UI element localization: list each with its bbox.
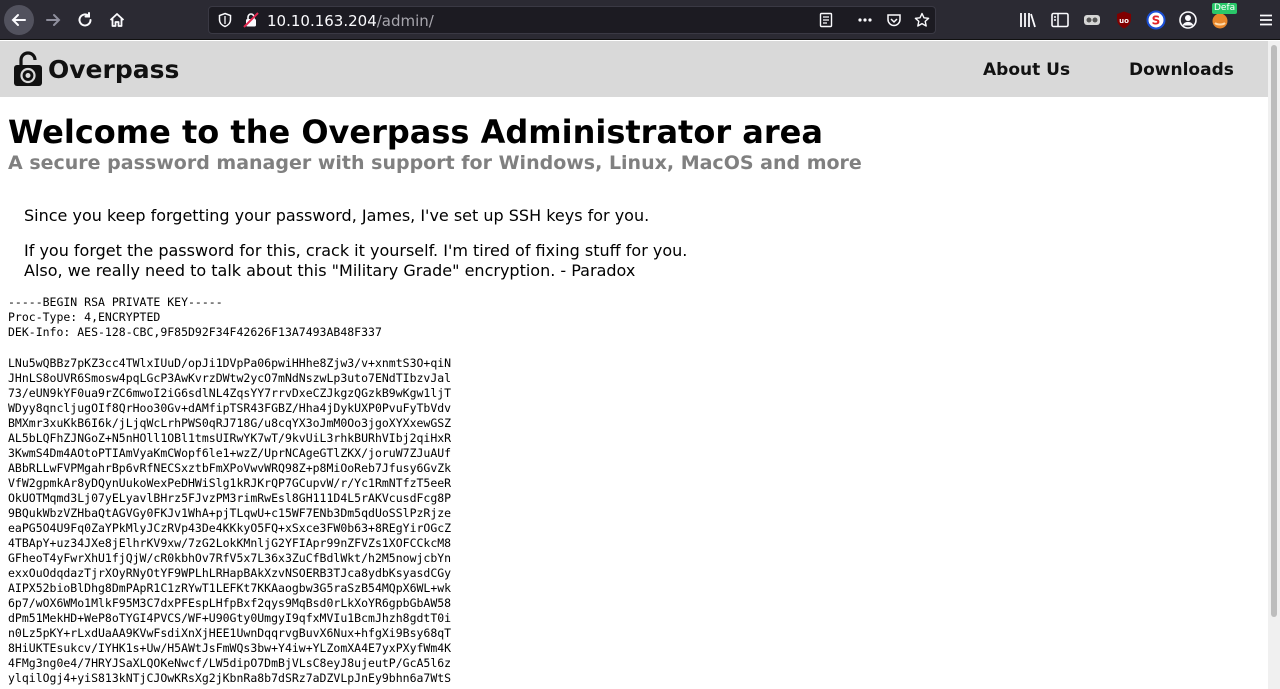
back-icon — [11, 14, 26, 26]
extension-icon[interactable] — [1082, 10, 1102, 30]
key-body-line: LNu5wQBBz7pKZ3cc4TWlxIUuD/opJi1DVpPa06pw… — [8, 356, 452, 370]
key-body: LNu5wQBBz7pKZ3cc4TWlxIUuD/opJi1DVpPa06pw… — [8, 356, 451, 686]
key-body-line: AIPX52bioBlDhg8DmPApR1C1zRYwT1LEFKt7KKAa… — [8, 581, 452, 595]
key-body-line: OkUOTMqmd3Lj07yELyavlBHrz5FJvzPM3rimRwEs… — [8, 491, 452, 505]
shield-icon[interactable] — [217, 12, 233, 28]
account-icon[interactable] — [1178, 10, 1198, 30]
extension-s-icon[interactable]: S — [1146, 10, 1166, 30]
key-body-line: 9BQukWbzVZHbaQtAGVGy0FKJv1WhA+pjTLqwU+c1… — [8, 506, 452, 520]
key-blank-line — [8, 340, 451, 356]
star-icon[interactable] — [914, 12, 930, 28]
reload-button[interactable] — [70, 5, 100, 35]
key-body-line: BMXmr3xuKkB6I6k/jLjqWcLrhPWS0qRJ718G/u8c… — [8, 416, 452, 430]
proxy-badge: Defa — [1212, 3, 1238, 14]
page-subtitle: A secure password manager with support f… — [8, 152, 862, 174]
key-body-line: 8HiUKTEsukcv/IYHK1s+Uw/H5AWtJsFmWQs3bw+Y… — [8, 641, 452, 655]
key-body-line: AL5bLQFhZJNGoZ+N5nHOll1OBl1tmsUIRwYK7wT/… — [8, 431, 452, 445]
key-body-line: 73/eUN9kYF0ua9rZC6mwoI2iG6sdlNL4ZqsYY7rr… — [8, 386, 452, 400]
key-body-line: VfW2gpmkAr8yDQynUukoWexPeDHWiSlg1kRJKrQP… — [8, 476, 452, 490]
key-body-line: 3KwmS4Dm4AOtoPTIAmVyaKmCWopf6le1+wzZ/Upr… — [8, 446, 452, 460]
nav-about-us[interactable]: About Us — [983, 60, 1070, 80]
page-title: Welcome to the Overpass Administrator ar… — [8, 113, 823, 151]
reader-icon[interactable] — [818, 12, 834, 28]
more-icon[interactable] — [857, 12, 873, 28]
admin-message-2: If you forget the password for this, cra… — [24, 241, 688, 260]
home-button[interactable] — [102, 5, 132, 35]
browser-toolbar: 10.10.163.204/admin/ uo S Defa — [0, 0, 1280, 40]
key-body-line: eaPG5O4U9Fq0ZaYPkMlyJCzRVp43De4KKkyO5FQ+… — [8, 521, 452, 535]
insecure-lock-icon[interactable] — [243, 12, 259, 28]
page-viewport: Overpass About Us Downloads Welcome to t… — [0, 41, 1268, 689]
ublock-icon[interactable]: uo — [1114, 10, 1134, 30]
menu-icon — [1260, 14, 1272, 26]
url-path: /admin/ — [376, 12, 434, 30]
forward-button[interactable] — [38, 5, 68, 35]
padlock-logo-icon — [14, 51, 42, 86]
svg-text:S: S — [1152, 14, 1161, 28]
admin-message-3: Also, we really need to talk about this … — [24, 261, 636, 280]
key-header-line: Proc-Type: 4,ENCRYPTED — [8, 310, 161, 324]
page-scrollbar[interactable] — [1268, 41, 1280, 689]
home-icon — [109, 13, 125, 27]
key-header-line: -----BEGIN RSA PRIVATE KEY----- — [8, 295, 223, 309]
reload-icon — [78, 12, 92, 27]
url-text[interactable]: 10.10.163.204/admin/ — [267, 12, 434, 30]
url-bar[interactable]: 10.10.163.204/admin/ — [208, 6, 936, 34]
pocket-icon[interactable] — [886, 12, 902, 28]
forward-icon — [46, 14, 61, 26]
nav-downloads[interactable]: Downloads — [1129, 60, 1234, 80]
rsa-private-key[interactable]: -----BEGIN RSA PRIVATE KEY----- Proc-Type… — [8, 295, 451, 686]
key-body-line: n0Lz5pKY+rLxdUaAA9KVwFsdiXnXjHEE1UwnDqqr… — [8, 626, 452, 640]
site-brand[interactable]: Overpass — [48, 55, 179, 85]
library-icon[interactable] — [1018, 10, 1038, 30]
key-body-line: GFheoT4yFwrXhU1fjQjW/cR0kbhOv7RfV5x7L36x… — [8, 551, 452, 565]
back-button[interactable] — [4, 5, 34, 35]
scrollbar-thumb[interactable] — [1271, 45, 1277, 617]
key-body-line: 4FMg3ng0e4/7HRYJSaXLQOKeNwcf/LW5dipO7DmB… — [8, 656, 452, 670]
key-header-line: DEK-Info: AES-128-CBC,9F85D92F34F42626F1… — [8, 325, 382, 339]
sidebar-icon[interactable] — [1050, 10, 1070, 30]
key-body-line: dPm51MekHD+WeP8oTYGI4PVCS/WF+U90Gty0Umgy… — [8, 611, 452, 625]
key-body-line: 4TBApY+uz34JXe8jElhrKV9xw/7zG2LokKMnljG2… — [8, 536, 452, 550]
key-body-line: 6p7/wOX6WMo1MlkF95M3C7dxPFEspLHfpBxf2qys… — [8, 596, 452, 610]
key-body-line: WDyy8qncljugOIf8QrHoo30Gv+dAMfipTSR43FGB… — [8, 401, 452, 415]
key-body-line: exxOuOdqdazTjrXOyRNyOtYF9WPLhLRHapBAkXzv… — [8, 566, 452, 580]
menu-button[interactable] — [1251, 5, 1280, 35]
key-body-line: JHnLS8oUVR6Smosw4pqLGcP3AwKvrzDWtw2ycO7m… — [8, 371, 452, 385]
url-host: 10.10.163.204 — [267, 12, 377, 30]
key-body-line: ABbRLLwFVPMgahrBp6vRfNECSxztbFmXPoVwvWRQ… — [8, 461, 452, 475]
admin-message-1: Since you keep forgetting your password,… — [24, 206, 650, 225]
site-header: Overpass About Us Downloads — [0, 41, 1268, 97]
key-body-line: ylqilOgj4+yiS813kNTjCJOwKRsXg2jKbnRa8b7d… — [8, 671, 452, 685]
svg-text:uo: uo — [1119, 17, 1129, 25]
